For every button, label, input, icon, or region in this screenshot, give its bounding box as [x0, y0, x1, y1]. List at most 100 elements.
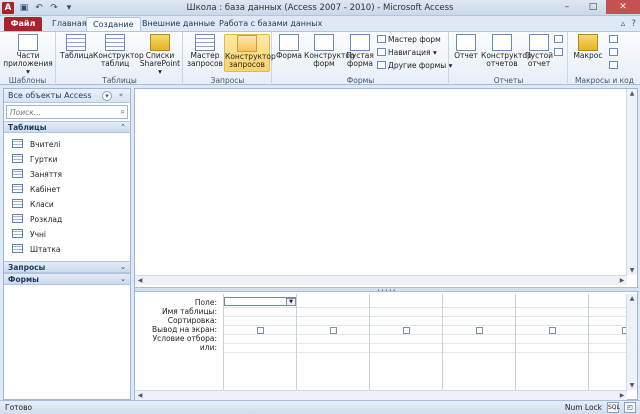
nav-item-table[interactable]: Класи	[4, 197, 130, 212]
visual-basic-button[interactable]	[609, 61, 620, 70]
design-grid-vscroll[interactable]: ▲ ▼	[626, 294, 637, 390]
nav-item-table[interactable]: Штатка	[4, 242, 130, 257]
expand-chevron-icon[interactable]: ⌄	[120, 262, 126, 273]
tab-create[interactable]: Создание	[86, 17, 141, 32]
report-design-icon	[492, 34, 512, 51]
macro-button[interactable]: Макрос	[572, 34, 604, 60]
grid-column[interactable]	[588, 294, 629, 390]
maximize-button[interactable]: □	[580, 0, 606, 14]
table-button[interactable]: Таблица	[60, 34, 94, 60]
nav-item-table[interactable]: Заняття	[4, 167, 130, 182]
report-wizard-button[interactable]	[554, 35, 565, 44]
nav-header[interactable]: Все объекты Access ▾ «	[4, 89, 130, 103]
expand-chevron-icon[interactable]: ⌄	[120, 274, 126, 285]
sharepoint-lists-label: Списки SharePoint ▾	[139, 51, 181, 76]
grid-column[interactable]	[369, 294, 442, 390]
tab-external-data[interactable]: Внешние данные	[136, 17, 221, 32]
blank-form-button[interactable]: Пустая форма	[345, 34, 375, 68]
design-grid-hscroll[interactable]: ◀ ▶	[135, 390, 627, 400]
more-forms-button[interactable]: Другие формы ▾	[377, 61, 452, 70]
nav-menu-chevron-icon[interactable]: ▾	[102, 91, 112, 101]
nav-section-forms[interactable]: Формы ⌄	[4, 273, 130, 285]
scroll-left-icon[interactable]: ◀	[135, 392, 145, 399]
table-design-button[interactable]: Конструктор таблиц	[93, 34, 144, 68]
group-label-tables: Таблицы	[102, 76, 137, 85]
query-design-label: Конструктор запросов	[225, 52, 276, 69]
show-checkbox[interactable]	[403, 327, 410, 334]
class-module-button[interactable]	[609, 48, 620, 57]
form-wizard-icon	[377, 35, 386, 43]
show-checkbox[interactable]	[476, 327, 483, 334]
module-button[interactable]	[609, 35, 620, 44]
ribbon-tabs: Файл Главная Создание Внешние данные Раб…	[0, 16, 640, 32]
table-icon	[66, 34, 86, 51]
tab-file[interactable]: Файл	[4, 17, 42, 32]
row-label-criteria: Условие отбора:	[152, 334, 217, 343]
minimize-button[interactable]: –	[554, 0, 580, 14]
report-icon	[456, 34, 476, 51]
grid-column[interactable]	[515, 294, 588, 390]
design-view-icon[interactable]: ◰	[624, 402, 636, 413]
visual-basic-icon	[609, 61, 618, 69]
tab-database-tools[interactable]: Работа с базами данных	[213, 17, 328, 32]
scroll-right-icon[interactable]: ▶	[617, 277, 627, 284]
design-grid: Поле: Имя таблицы: Сортировка: Вывод на …	[135, 294, 629, 390]
nav-search-input[interactable]	[7, 106, 127, 118]
ribbon-minimize-icon[interactable]: ▵	[621, 19, 626, 29]
scroll-down-icon[interactable]: ▼	[627, 267, 637, 274]
scroll-right-icon[interactable]: ▶	[617, 392, 627, 399]
grid-column[interactable]	[442, 294, 515, 390]
form-button[interactable]: Форма	[275, 34, 303, 60]
report-label: Отчет	[454, 51, 478, 60]
collapse-chevron-icon[interactable]: ⌃	[120, 122, 126, 133]
nav-search-box: ⌕	[6, 105, 128, 119]
search-icon[interactable]: ⌕	[121, 107, 125, 117]
scroll-left-icon[interactable]: ◀	[135, 277, 145, 284]
status-bar: Готово Num Lock SQL ◰	[0, 400, 640, 414]
nav-item-table[interactable]: Учні	[4, 227, 130, 242]
grid-column[interactable]	[296, 294, 369, 390]
blank-report-button[interactable]: Пустой отчет	[525, 34, 553, 68]
nav-item-table[interactable]: Розклад	[4, 212, 130, 227]
table-pane-hscroll[interactable]: ◀ ▶	[135, 275, 627, 285]
form-wizard-button[interactable]: Мастер форм	[377, 35, 441, 44]
app-parts-label: Части приложения ▾	[3, 51, 53, 76]
show-checkbox[interactable]	[549, 327, 556, 334]
nav-section-tables[interactable]: Таблицы ⌃	[4, 121, 130, 133]
table-pane[interactable]	[135, 89, 627, 275]
nav-section-queries[interactable]: Запросы ⌄	[4, 261, 130, 273]
nav-item-table[interactable]: Кабінет	[4, 182, 130, 197]
field-dropdown-icon[interactable]: ▼	[286, 298, 296, 306]
report-design-button[interactable]: Конструктор отчетов	[481, 34, 532, 68]
form-design-button[interactable]: Конструктор форм	[304, 34, 355, 68]
nav-item-table[interactable]: Вчителі	[4, 137, 130, 152]
pane-splitter[interactable]: •••••	[135, 287, 639, 294]
grid-column[interactable]: ▼	[223, 294, 297, 390]
macro-label: Макрос	[573, 51, 603, 60]
close-button[interactable]: ✕	[606, 0, 640, 14]
query-design-button[interactable]: Конструктор запросов	[224, 34, 276, 72]
scroll-up-icon[interactable]: ▲	[627, 90, 637, 97]
labels-icon	[554, 48, 563, 56]
table-pane-vscroll[interactable]: ▲ ▼	[626, 89, 637, 275]
sql-view-icon[interactable]: SQL	[607, 402, 620, 413]
navigation-button[interactable]: Навигация ▾	[377, 48, 437, 57]
row-label-show: Вывод на экран:	[152, 325, 217, 334]
show-checkbox[interactable]	[257, 327, 264, 334]
module-icon	[609, 35, 618, 43]
scroll-up-icon[interactable]: ▲	[627, 295, 637, 302]
sharepoint-lists-button[interactable]: Списки SharePoint ▾	[139, 34, 181, 76]
app-parts-button[interactable]: Части приложения ▾	[3, 34, 53, 76]
show-checkbox[interactable]	[330, 327, 337, 334]
nav-item-table[interactable]: Гуртки	[4, 152, 130, 167]
nav-collapse-icon[interactable]: «	[116, 91, 126, 101]
labels-button[interactable]	[554, 48, 565, 57]
help-icon[interactable]: ?	[631, 19, 636, 29]
table-label: Таблица	[60, 51, 94, 60]
scroll-down-icon[interactable]: ▼	[627, 382, 637, 389]
nav-title[interactable]: Все объекты Access	[8, 91, 92, 100]
form-icon	[279, 34, 299, 51]
query-wizard-button[interactable]: Мастер запросов	[187, 34, 223, 68]
report-button[interactable]: Отчет	[452, 34, 480, 60]
class-module-icon	[609, 48, 618, 56]
